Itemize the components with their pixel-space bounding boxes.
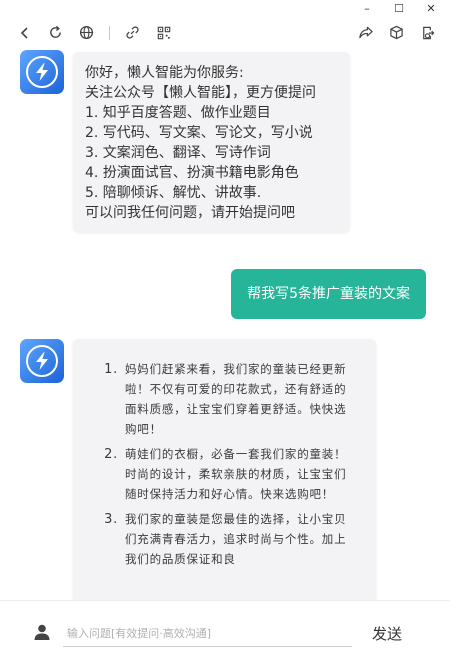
greeting-line: 4. 扮演面试官、扮演书籍电影角色 <box>85 165 299 181</box>
chat-area[interactable]: 你好，懒人智能为你服务: 关注公众号【懒人智能】，更方便提问 1. 知乎百度答题… <box>0 46 450 601</box>
toolbar-left <box>16 24 172 41</box>
answer-message: 妈妈们赶紧来看，我们家的童装已经更新啦！不仅有可爱的印花款式，还有舒适的面料质感… <box>73 339 376 601</box>
greeting-message: 你好，懒人智能为你服务: 关注公众号【懒人智能】，更方便提问 1. 知乎百度答题… <box>73 52 350 232</box>
send-button[interactable]: 发送 <box>370 619 404 648</box>
refresh-icon[interactable] <box>47 24 64 41</box>
toolbar-divider <box>109 25 110 40</box>
export-icon[interactable] <box>419 24 436 41</box>
minimize-button[interactable]: – <box>360 1 374 15</box>
close-button[interactable]: ✕ <box>424 1 438 15</box>
answer-item: 妈妈们赶紧来看，我们家的童装已经更新啦！不仅有可爱的印花款式，还有舒适的面料质感… <box>123 359 352 439</box>
bot-avatar <box>20 50 64 94</box>
greeting-line: 关注公众号【懒人智能】，更方便提问 <box>85 85 316 101</box>
answer-list: 妈妈们赶紧来看，我们家的童装已经更新啦！不仅有可爱的印花款式，还有舒适的面料质感… <box>103 359 352 569</box>
lightning-icon <box>26 345 58 377</box>
greeting-line: 5. 陪聊倾诉、解忧、讲故事. <box>85 185 262 201</box>
greeting-line: 3. 文案润色、翻译、写诗作词 <box>85 145 271 161</box>
qr-code-icon[interactable] <box>155 24 172 41</box>
link-icon[interactable] <box>124 24 141 41</box>
user-icon <box>33 623 51 641</box>
bot-avatar <box>20 339 64 383</box>
greeting-line: 可以问我任何问题，请开始提问吧 <box>85 205 295 221</box>
cube-icon[interactable] <box>388 24 405 41</box>
window-controls: – ☐ ✕ <box>360 0 450 16</box>
maximize-button[interactable]: ☐ <box>392 1 406 15</box>
user-message: 帮我写5条推广童装的文案 <box>231 269 426 319</box>
answer-item: 我们家的童装是您最佳的选择，让小宝贝们充满青春活力，追求时尚与个性。加上我们的品… <box>123 509 352 569</box>
greeting-line: 1. 知乎百度答题、做作业题目 <box>85 105 271 121</box>
toolbar-right <box>357 24 436 41</box>
globe-icon[interactable] <box>78 24 95 41</box>
lightning-icon <box>26 56 58 88</box>
input-bar: 发送 <box>0 600 450 663</box>
back-icon[interactable] <box>16 24 33 41</box>
answer-item: 萌娃们的衣橱，必备一套我们家的童装！时尚的设计，柔软亲肤的材质，让宝宝们随时保持… <box>123 444 352 504</box>
toolbar <box>0 20 450 46</box>
question-input[interactable] <box>63 621 352 647</box>
greeting-line: 你好，懒人智能为你服务: <box>85 65 244 81</box>
share-icon[interactable] <box>357 24 374 41</box>
greeting-line: 2. 写代码、写文案、写论文，写小说 <box>85 125 313 141</box>
